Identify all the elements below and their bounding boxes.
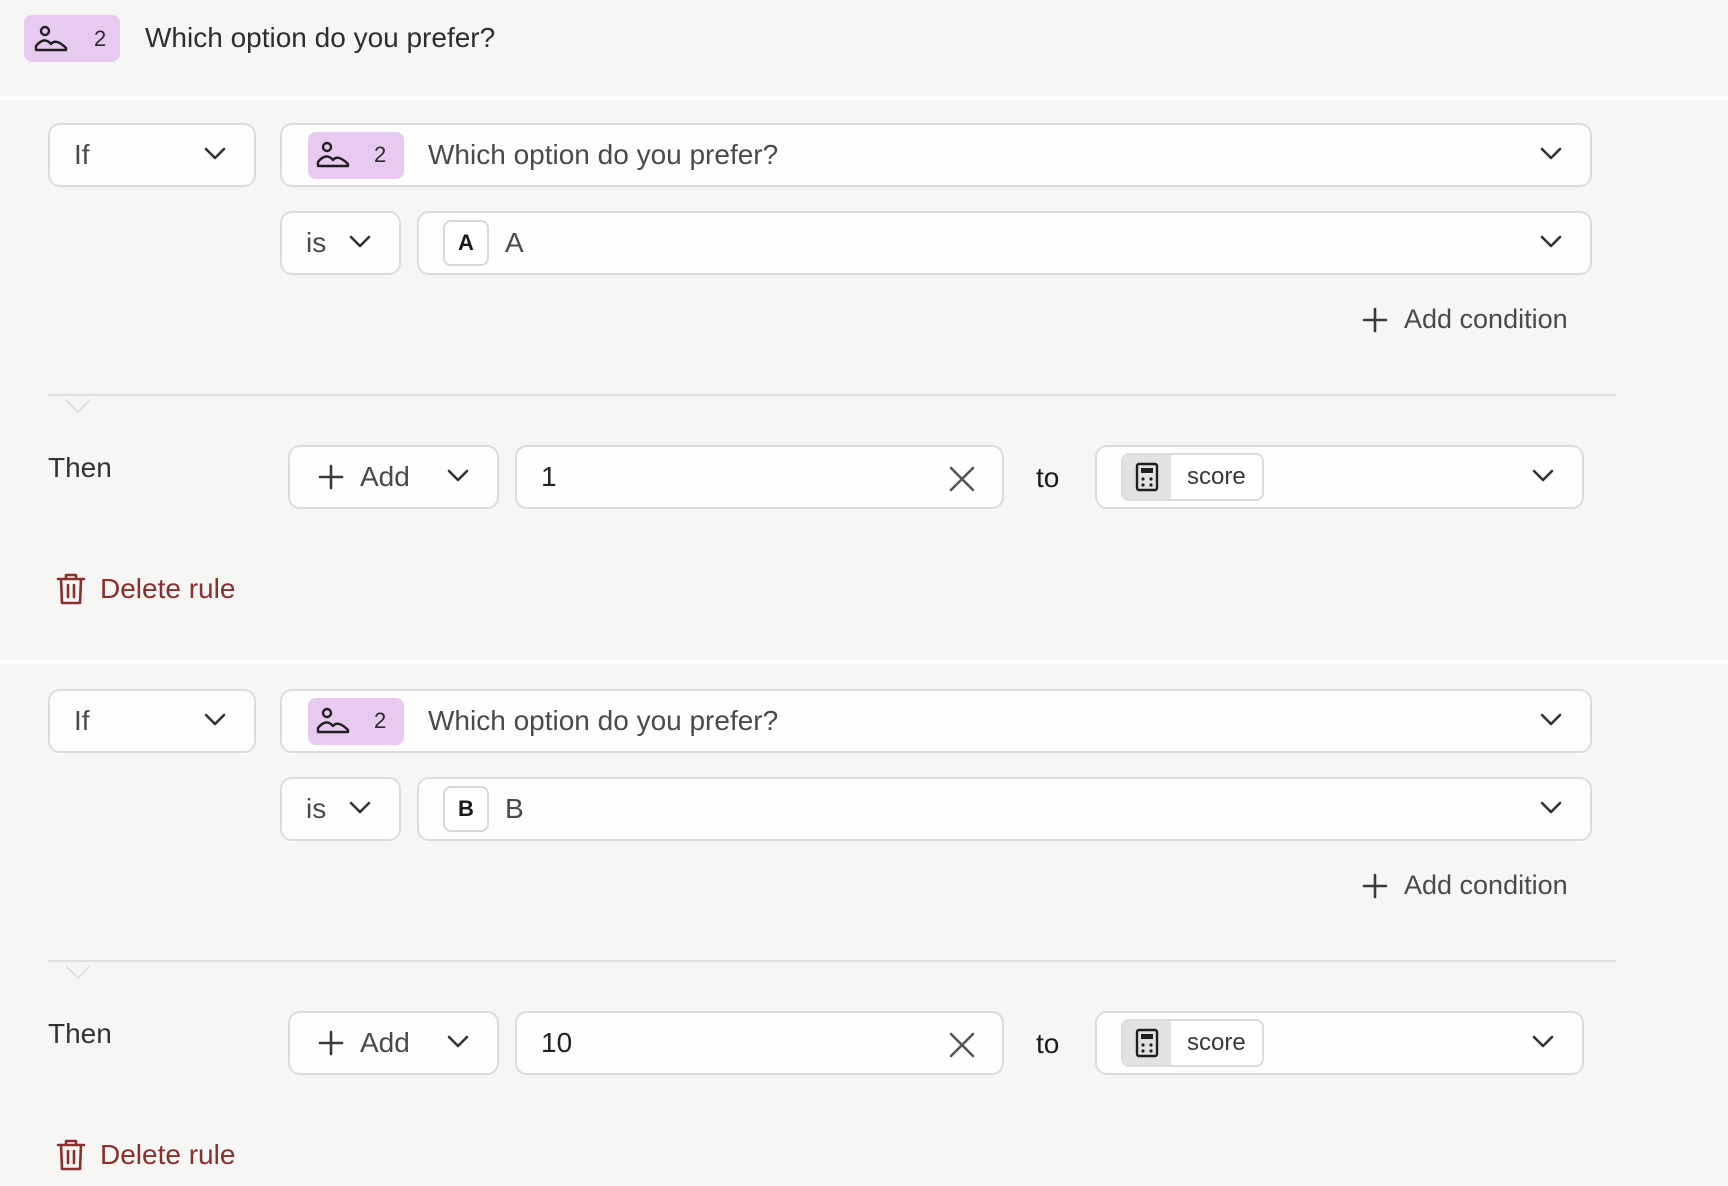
chevron-down-icon — [204, 147, 226, 160]
plus-icon — [1362, 873, 1388, 898]
chevron-down-icon — [349, 801, 371, 814]
chevron-down-icon — [1532, 469, 1554, 482]
separator-notch — [66, 399, 90, 414]
question-select-label: Which option do you prefer? — [428, 139, 779, 170]
add-condition-label: Add condition — [1404, 304, 1568, 334]
picture-choice-icon — [316, 707, 350, 734]
variable-chip: score — [1121, 453, 1264, 501]
operator-select[interactable]: is — [280, 211, 401, 275]
plus-icon — [318, 1030, 344, 1056]
plus-icon — [1362, 307, 1388, 332]
question-select[interactable]: 2 Which option do you prefer? — [280, 689, 1592, 753]
trash-icon — [56, 573, 86, 605]
chevron-down-icon — [204, 713, 226, 726]
question-number: 2 — [374, 708, 387, 733]
chevron-down-icon — [1540, 713, 1562, 726]
if-select[interactable]: If — [48, 689, 256, 753]
question-number: 2 — [94, 25, 107, 51]
operator-select[interactable]: is — [280, 777, 401, 841]
operator-label: is — [306, 227, 327, 258]
variable-name: score — [1187, 1029, 1246, 1056]
answer-value: B — [505, 793, 524, 824]
if-select-label: If — [74, 139, 90, 170]
question-select[interactable]: 2 Which option do you prefer? — [280, 123, 1592, 187]
chevron-down-icon — [349, 235, 371, 248]
question-type-badge: 2 — [308, 131, 404, 179]
action-label: Add — [360, 1027, 410, 1058]
calculator-icon — [1123, 455, 1171, 499]
delete-rule-label: Delete rule — [100, 1139, 236, 1170]
delete-rule-label: Delete rule — [100, 573, 236, 604]
rule-separator — [48, 394, 1616, 396]
amount-input[interactable]: 1 — [515, 445, 1004, 509]
add-condition-label: Add condition — [1404, 870, 1568, 900]
trash-icon — [56, 1139, 86, 1171]
variable-select[interactable]: score — [1095, 1011, 1584, 1075]
calculator-icon — [1123, 1021, 1171, 1065]
then-label: Then — [48, 452, 112, 483]
question-number: 2 — [374, 142, 387, 167]
answer-value: A — [505, 227, 524, 258]
variable-chip: score — [1121, 1019, 1264, 1067]
answer-select[interactable]: B B — [417, 777, 1592, 841]
picture-choice-icon — [316, 141, 350, 168]
if-select-label: If — [74, 705, 90, 736]
action-label: Add — [360, 461, 410, 492]
if-select[interactable]: If — [48, 123, 256, 187]
question-select-label: Which option do you prefer? — [428, 705, 779, 736]
variable-name: score — [1187, 463, 1246, 490]
add-condition-button[interactable]: Add condition — [1362, 870, 1568, 901]
delete-rule-button[interactable]: Delete rule — [56, 572, 235, 606]
chevron-down-icon — [447, 1035, 469, 1048]
delete-rule-button[interactable]: Delete rule — [56, 1138, 235, 1172]
plus-icon — [318, 464, 344, 490]
operator-label: is — [306, 793, 327, 824]
action-select[interactable]: Add — [288, 445, 499, 509]
chevron-down-icon — [447, 469, 469, 482]
separator-notch — [66, 965, 90, 980]
answer-letter-key: A — [443, 220, 489, 266]
action-select[interactable]: Add — [288, 1011, 499, 1075]
amount-value: 1 — [541, 461, 557, 492]
question-title: Which option do you prefer? — [145, 22, 496, 53]
clear-icon[interactable] — [948, 465, 976, 493]
to-label: to — [1036, 1028, 1060, 1059]
chevron-down-icon — [1540, 147, 1562, 160]
answer-select[interactable]: A A — [417, 211, 1592, 275]
amount-value: 10 — [541, 1027, 573, 1058]
answer-letter-key: B — [443, 786, 489, 832]
question-type-badge: 2 — [24, 15, 120, 62]
then-label: Then — [48, 1018, 112, 1049]
clear-icon[interactable] — [948, 1031, 976, 1059]
chevron-down-icon — [1540, 801, 1562, 814]
rule-divider — [0, 660, 1728, 664]
rule-separator — [48, 960, 1616, 962]
to-label: to — [1036, 462, 1060, 493]
variable-select[interactable]: score — [1095, 445, 1584, 509]
add-condition-button[interactable]: Add condition — [1362, 304, 1568, 335]
amount-input[interactable]: 10 — [515, 1011, 1004, 1075]
chevron-down-icon — [1532, 1035, 1554, 1048]
question-header: 2 Which option do you prefer? — [0, 0, 1728, 96]
chevron-down-icon — [1540, 235, 1562, 248]
question-type-badge: 2 — [308, 697, 404, 745]
picture-choice-icon — [34, 25, 68, 51]
header-divider — [0, 96, 1728, 100]
